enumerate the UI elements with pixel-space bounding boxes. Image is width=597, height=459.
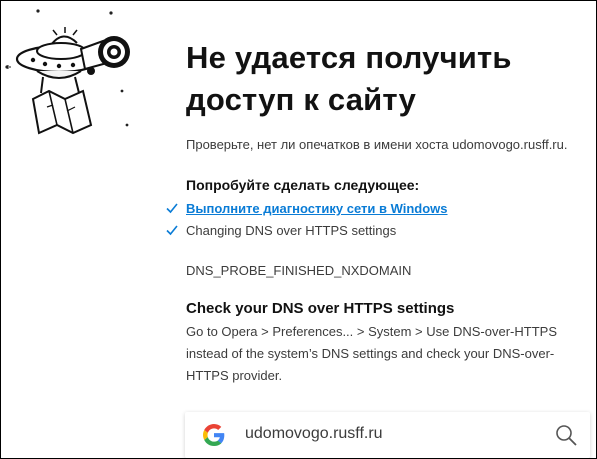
page-title: Не удается получить доступ к сайту [186,40,512,117]
suggestion-label: Changing DNS over HTTPS settings [186,223,397,238]
suggestion-item-diagnostics: Выполните диагностику сети в Windows [166,200,448,222]
checkmark-icon [166,203,178,214]
search-query[interactable]: udomovogo.rusff.ru [245,425,383,443]
run-network-diagnostics-link[interactable]: Выполните диагностику сети в Windows [186,201,448,216]
doh-heading: Check your DNS over HTTPS settings [186,300,455,317]
suggestion-item-doh: Changing DNS over HTTPS settings [166,222,448,244]
doh-instructions: Go to Opera > Preferences... > System > … [186,324,557,383]
error-description: Проверьте, нет ли опечатков в имени хост… [186,137,568,152]
suggestions-list: Выполните диагностику сети в Windows Cha… [166,200,448,244]
magnifier-icon[interactable] [554,423,578,447]
browser-error-page: Не удается получить доступ к сайту Прове… [0,0,597,459]
google-logo-icon [203,424,225,446]
ufo-telescope-illustration [5,9,130,135]
search-box[interactable]: udomovogo.rusff.ru [185,412,590,458]
checkmark-icon [166,225,178,236]
suggestions-heading: Попробуйте сделать следующее: [186,177,420,193]
error-code: DNS_PROBE_FINISHED_NXDOMAIN [186,263,412,278]
